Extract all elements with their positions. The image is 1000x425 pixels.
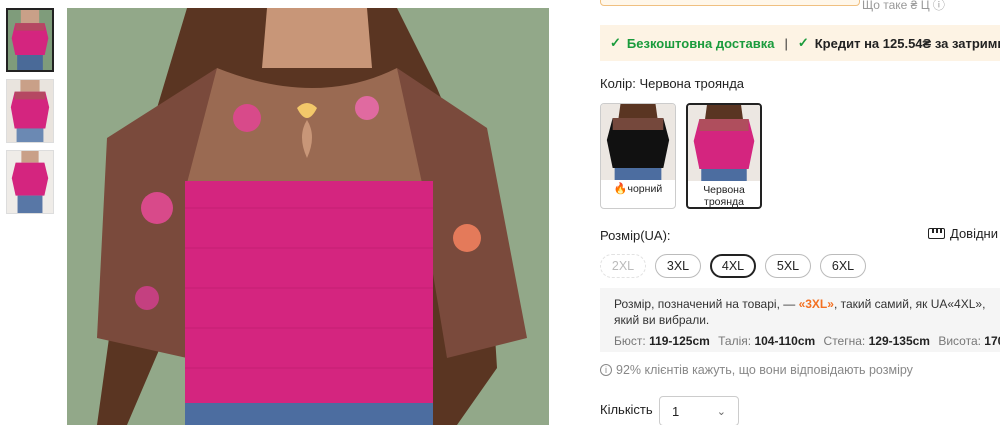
size-match-highlight: «3XL» [798, 297, 834, 311]
swatch-caption: 🔥чорний [601, 180, 675, 195]
size-match-text: Розмір, позначений на товарі, — «3XL», т… [614, 296, 986, 328]
shipping-bar: ✓ Безкоштовна доставка | ✓ Кредит на 125… [600, 25, 1000, 61]
quantity-label: Кількість [600, 402, 653, 417]
check-icon: ✓ [797, 35, 809, 50]
bust-value: 119-125cm [649, 334, 710, 348]
fit-note-text: 92% клієнтів кажуть, що вони відповідают… [616, 363, 913, 377]
color-swatch-black[interactable]: 🔥чорний [600, 103, 676, 209]
thumbnail-3[interactable] [6, 150, 54, 214]
size-label: Розмір(UA): [600, 228, 671, 243]
size-options: 2XL 3XL 4XL 5XL 6XL [600, 254, 875, 278]
free-shipping-label[interactable]: Безкоштовна доставка [627, 36, 775, 51]
product-detail-panel: Що таке ₴ Ц ⓘ ✓ Безкоштовна доставка | ✓… [600, 0, 1000, 425]
swatch-image [601, 104, 675, 180]
price-box-partial [600, 0, 860, 6]
swatch-label-red-rose: Червона троянда [703, 184, 745, 208]
credit-label[interactable]: Кредит на 125.54₴ за затримку [815, 36, 1000, 51]
size-info-box: Розмір, позначений на товарі, — «3XL», т… [600, 288, 1000, 352]
size-option-2xl[interactable]: 2XL [600, 254, 646, 278]
main-product-image[interactable] [67, 8, 549, 425]
size-option-6xl[interactable]: 6XL [820, 254, 866, 278]
size-option-5xl[interactable]: 5XL [765, 254, 811, 278]
size-guide-link[interactable]: Довідни [928, 226, 998, 241]
fire-icon: 🔥 [613, 183, 628, 195]
hips-label: Стегна: [823, 334, 866, 348]
separator: | [784, 35, 788, 51]
check-icon: ✓ [610, 35, 621, 50]
fit-note: i 92% клієнтів кажуть, що вони відповіда… [600, 363, 913, 377]
bust-label: Бюст: [614, 334, 646, 348]
color-label: Колір: Червона троянда [600, 76, 745, 91]
swatch-image [688, 105, 760, 181]
thumbnail-strip [6, 8, 54, 221]
ruler-icon [928, 228, 945, 239]
chevron-down-icon: ⌄ [716, 405, 726, 418]
height-value: 170-175cm [984, 334, 1000, 348]
color-swatch-red-rose[interactable]: Червона троянда [686, 103, 762, 209]
quantity-value: 1 [672, 403, 680, 419]
thumbnail-1[interactable] [6, 8, 54, 72]
quantity-select[interactable]: 1 ⌄ [659, 396, 739, 425]
size-guide-label: Довідни [950, 226, 999, 241]
waist-value: 104-110cm [754, 334, 816, 348]
waist-label: Талія: [718, 334, 752, 348]
top-partial-link[interactable]: Що таке ₴ Ц ⓘ [862, 0, 945, 13]
info-icon: i [600, 364, 612, 376]
size-option-4xl[interactable]: 4XL [710, 254, 756, 278]
swatch-label-black: чорний [627, 183, 663, 195]
measurements-row: Бюст: 119-125cm Талія: 104-110cm Стегна:… [614, 333, 1000, 349]
height-label: Висота: [938, 334, 981, 348]
hips-value: 129-135cm [868, 334, 930, 348]
thumbnail-2[interactable] [6, 79, 54, 143]
size-option-3xl[interactable]: 3XL [655, 254, 701, 278]
size-match-prefix: Розмір, позначений на товарі, — [614, 297, 799, 311]
